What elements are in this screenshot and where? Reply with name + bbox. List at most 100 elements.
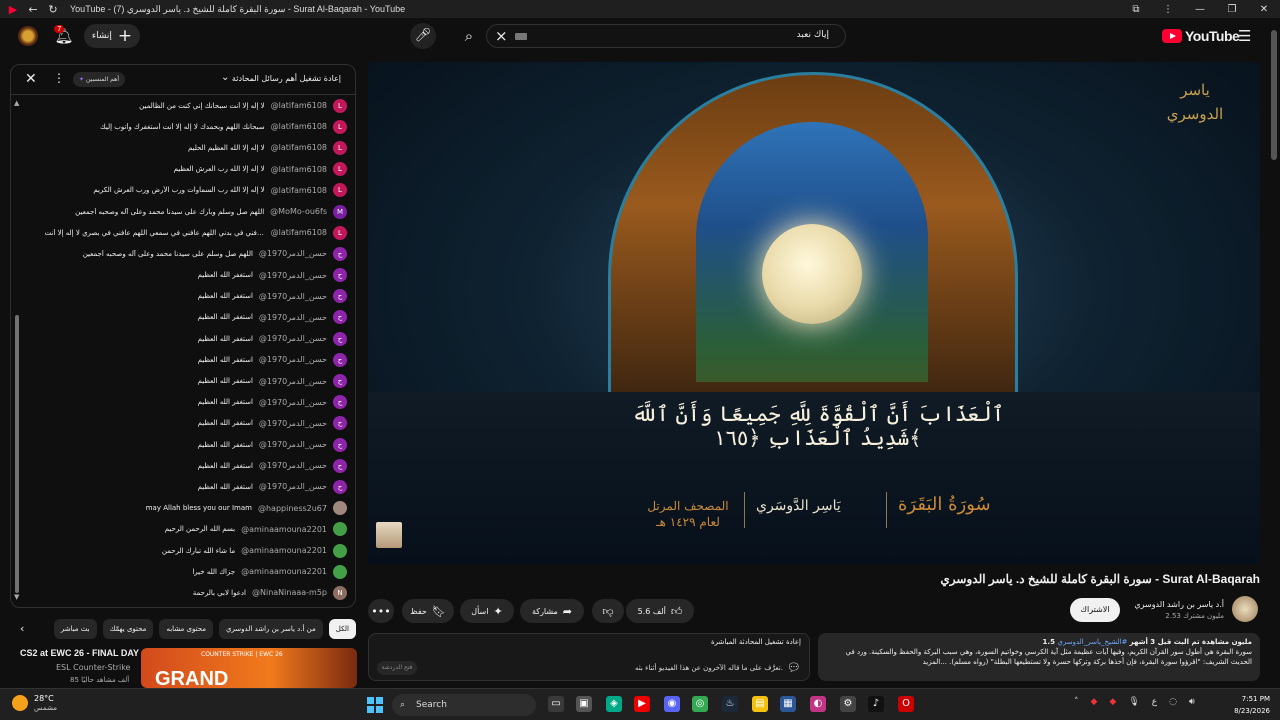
- chat-author[interactable]: @aminaamouna2201: [241, 546, 327, 555]
- chat-author[interactable]: @latifam6108: [271, 101, 327, 110]
- chat-author-avatar[interactable]: L: [333, 119, 347, 134]
- video-player[interactable]: ياسر الدوسري ٱلْعَذَابَ أَنَّ ٱلْقُوَّةَ…: [368, 62, 1260, 564]
- filter-chip[interactable]: من أ.د ياسر بن راشد الدوسري: [218, 619, 323, 639]
- chat-author-avatar[interactable]: [333, 501, 347, 516]
- chat-author-avatar[interactable]: L: [333, 183, 347, 198]
- chat-author[interactable]: @حسن_الدمر1970: [259, 249, 327, 258]
- mic-tray-icon[interactable]: 🎙︎: [1128, 697, 1139, 707]
- chat-author[interactable]: @latifam6108: [271, 143, 327, 152]
- chat-author-avatar[interactable]: L: [333, 98, 347, 113]
- chat-author[interactable]: @حسن_الدمر1970: [259, 398, 327, 407]
- ask-button[interactable]: اسأل ✦: [460, 599, 514, 623]
- chat-author[interactable]: @latifam6108: [271, 122, 327, 131]
- filter-chip[interactable]: بث مباشر: [53, 619, 97, 639]
- chat-author[interactable]: @حسن_الدمر1970: [259, 377, 327, 386]
- chat-author[interactable]: @aminaamouna2201: [241, 567, 327, 576]
- chat-author-avatar[interactable]: L: [333, 225, 347, 240]
- chat-author-avatar[interactable]: L: [333, 140, 347, 155]
- chat-author[interactable]: @حسن_الدمر1970: [259, 482, 327, 491]
- chat-author-avatar[interactable]: ح: [333, 479, 347, 494]
- chat-author-avatar[interactable]: ح: [333, 437, 347, 452]
- windows-start-icon[interactable]: [367, 697, 383, 713]
- chat-author-avatar[interactable]: ح: [333, 268, 347, 283]
- dislike-button[interactable]: 👎︎: [592, 599, 624, 623]
- chat-author-avatar[interactable]: ح: [333, 352, 347, 367]
- chat-author-avatar[interactable]: L: [333, 162, 347, 177]
- search-input[interactable]: × إياك نعبد: [486, 24, 846, 48]
- chat-author-avatar[interactable]: ح: [333, 289, 347, 304]
- system-clock[interactable]: 7:51 PM 8/23/2026: [1220, 693, 1270, 717]
- reload-icon[interactable]: ↻: [46, 2, 60, 16]
- steam-icon[interactable]: ♨: [722, 696, 738, 712]
- save-button[interactable]: حفظ 🔖︎: [402, 599, 454, 623]
- tiktok-icon[interactable]: ♪: [868, 696, 884, 712]
- subscribe-button[interactable]: الاشتراك: [1070, 598, 1120, 622]
- chat-author[interactable]: @حسن_الدمر1970: [259, 313, 327, 322]
- maximize-button[interactable]: ❐: [1216, 4, 1248, 15]
- minimize-button[interactable]: —: [1184, 4, 1216, 15]
- chat-author[interactable]: @حسن_الدمر1970: [259, 461, 327, 470]
- scroll-up-icon[interactable]: ▲: [14, 99, 19, 107]
- volume-icon[interactable]: 🔊︎: [1189, 697, 1195, 707]
- chat-author-avatar[interactable]: ح: [333, 416, 347, 431]
- account-avatar[interactable]: [18, 26, 38, 46]
- scroll-down-icon[interactable]: ▼: [14, 593, 19, 601]
- channel-avatar[interactable]: [1232, 596, 1258, 622]
- chat-author-avatar[interactable]: ح: [333, 458, 347, 473]
- chat-author[interactable]: @happiness2u67: [258, 504, 327, 513]
- chat-author-avatar[interactable]: M: [333, 204, 347, 219]
- search-icon[interactable]: ⌕: [454, 25, 484, 47]
- back-icon[interactable]: ←: [26, 2, 40, 16]
- description-box[interactable]: 1.5 مليون مشاهدة تم البث قبل 3 أشهر #الش…: [818, 633, 1260, 681]
- filter-chip[interactable]: محتوى يهمّك: [102, 619, 154, 639]
- chat-author[interactable]: @MoMo-ou6fs: [270, 207, 327, 216]
- more-actions-button[interactable]: •••: [368, 599, 394, 623]
- chat-author-avatar[interactable]: ح: [333, 310, 347, 325]
- discord-icon[interactable]: ◉: [664, 696, 680, 712]
- chat-author-avatar[interactable]: [333, 522, 347, 537]
- chat-author[interactable]: @latifam6108: [271, 228, 327, 237]
- hashtag-link[interactable]: #الشيخ_ياسر_الدوسري: [1057, 638, 1127, 646]
- app-icon[interactable]: ▣: [576, 696, 592, 712]
- open-chat-button[interactable]: فتح الدردشة: [377, 661, 417, 675]
- chat-more-icon[interactable]: ⋮: [53, 71, 65, 85]
- chat-mode-selector[interactable]: إعادة تشغيل أهم رسائل المحادثة: [232, 74, 341, 83]
- chat-author[interactable]: @حسن_الدمر1970: [259, 419, 327, 428]
- share-button[interactable]: مشاركة ➦: [520, 599, 584, 623]
- app-icon[interactable]: ▦: [780, 696, 796, 712]
- chat-author-avatar[interactable]: N: [333, 585, 347, 600]
- chat-author[interactable]: @latifam6108: [271, 165, 327, 174]
- page-scrollbar[interactable]: [1271, 30, 1277, 160]
- voice-search-icon[interactable]: 🎤︎: [410, 23, 436, 49]
- youtube-taskbar-icon[interactable]: ▶: [634, 696, 650, 712]
- top-fans-badge[interactable]: ✦ أهم المنسبين: [73, 72, 125, 87]
- chat-author[interactable]: @حسن_الدمر1970: [259, 355, 327, 364]
- close-chat-icon[interactable]: ✕: [25, 71, 37, 87]
- chat-author[interactable]: @aminaamouna2201: [241, 525, 327, 534]
- like-button[interactable]: 5.6 ألف 👍︎: [626, 599, 694, 623]
- opera-icon[interactable]: O: [898, 696, 914, 712]
- rec-channel-name[interactable]: ESL Counter-Strike: [56, 663, 130, 672]
- close-window-button[interactable]: ✕: [1248, 4, 1280, 15]
- rec-video-thumbnail[interactable]: COUNTER STRIKE | EWC 26 GRAND: [141, 648, 357, 688]
- extensions-icon[interactable]: ⧉: [1120, 4, 1152, 15]
- chat-author[interactable]: @حسن_الدمر1970: [259, 440, 327, 449]
- task-view-icon[interactable]: ▭: [548, 696, 564, 712]
- chat-author[interactable]: @حسن_الدمر1970: [259, 334, 327, 343]
- weather-widget[interactable]: 28°C مشمس: [12, 694, 57, 712]
- chat-author-avatar[interactable]: ح: [333, 374, 347, 389]
- app-icon[interactable]: ◈: [606, 696, 622, 712]
- instagram-icon[interactable]: ◐: [810, 696, 826, 712]
- tray-app-icon[interactable]: ◆: [1109, 697, 1116, 707]
- tray-chevron-icon[interactable]: ˄: [1074, 697, 1079, 707]
- keyboard-icon[interactable]: [515, 33, 527, 40]
- chat-author[interactable]: @حسن_الدمر1970: [259, 292, 327, 301]
- filter-chip[interactable]: الكل: [328, 619, 356, 639]
- language-indicator[interactable]: ع: [1152, 697, 1157, 707]
- chat-scrollbar[interactable]: [15, 315, 19, 593]
- settings-icon[interactable]: ⚙: [840, 696, 856, 712]
- chat-author-avatar[interactable]: ح: [333, 331, 347, 346]
- network-icon[interactable]: ◌: [1169, 697, 1177, 707]
- chevron-down-icon[interactable]: ⌄: [221, 72, 229, 83]
- chat-author[interactable]: @NinaNinaaa-m5p: [252, 588, 327, 597]
